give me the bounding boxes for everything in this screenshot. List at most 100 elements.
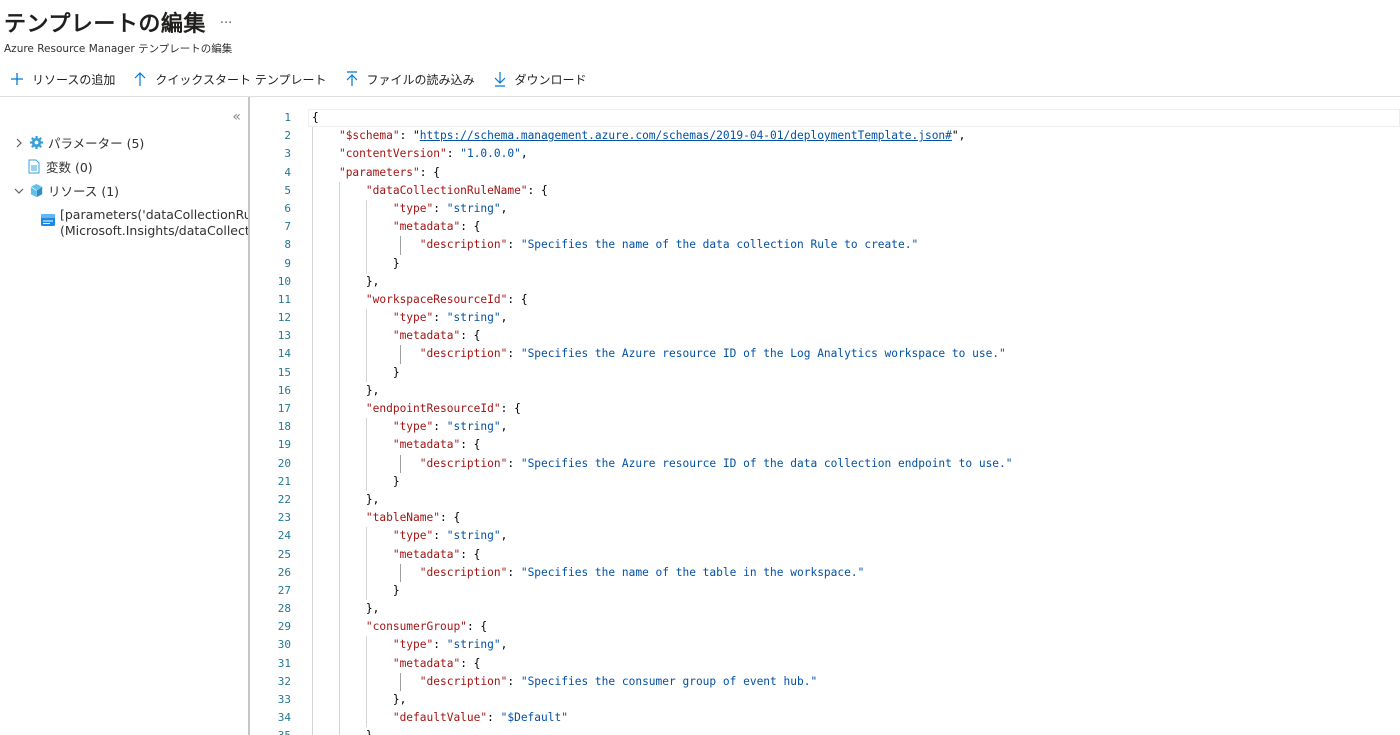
code-line: } xyxy=(312,472,1400,491)
page-subtitle: Azure Resource Manager テンプレートの編集 xyxy=(4,43,233,55)
add-resource-button[interactable]: リソースの追加 xyxy=(8,70,115,88)
code-line: "dataCollectionRuleName": { xyxy=(312,181,1400,200)
code-line: "metadata": { xyxy=(312,327,1400,346)
code-line: "consumerGroup": { xyxy=(312,618,1400,637)
download-label: ダウンロード xyxy=(514,72,587,87)
line-number: 25 xyxy=(277,547,291,561)
line-number: 17 xyxy=(277,402,291,415)
plus-icon xyxy=(8,70,26,88)
code-line: "description": "Specifies the name of th… xyxy=(312,236,1400,255)
code-line: }, xyxy=(312,691,1400,710)
code-line: "type": "string", xyxy=(312,199,1400,219)
code-content[interactable]: { "$schema": "https://schema.management.… xyxy=(312,109,1400,735)
line-number: 35 xyxy=(250,727,295,735)
page-header: テンプレートの編集 ··· Azure Resource Manager テンプ… xyxy=(4,6,604,56)
tree-item-data-collection-rule[interactable]: [parameters('dataCollectionRuleName')] (… xyxy=(40,207,252,239)
line-number: 10 xyxy=(277,274,291,288)
line-number: 1 xyxy=(284,111,291,124)
code-line: "contentVersion": "1.0.0.0", xyxy=(312,145,1400,164)
code-line: }, xyxy=(312,727,1400,735)
quickstart-template-label: クイックスタート テンプレート xyxy=(155,72,327,87)
chevron-right-icon[interactable] xyxy=(12,138,26,148)
tree-item-resources[interactable]: リソース (1) xyxy=(12,181,119,200)
line-number: 16 xyxy=(277,383,291,397)
line-number: 26 xyxy=(277,565,291,579)
line-number: 30 xyxy=(277,638,291,652)
line-number: 7 xyxy=(284,220,291,234)
data-collection-rule-icon xyxy=(40,212,56,228)
line-number: 3 xyxy=(284,147,291,161)
line-number: 29 xyxy=(277,620,291,634)
line-number: 20 xyxy=(277,456,291,470)
line-number: 33 xyxy=(277,693,291,706)
code-line: "parameters": { xyxy=(312,163,1400,182)
line-number: 15 xyxy=(277,365,291,379)
document-icon xyxy=(26,159,42,175)
more-options-button[interactable]: ··· xyxy=(220,16,232,31)
code-line: "type": "string", xyxy=(312,527,1400,546)
code-line: "type": "string", xyxy=(312,418,1400,437)
upload-icon xyxy=(343,70,361,88)
resource-type-label: (Microsoft.Insights/dataCollectionRules) xyxy=(60,223,252,238)
code-line: { xyxy=(312,111,319,124)
quickstart-template-button[interactable]: クイックスタート テンプレート xyxy=(131,70,327,88)
line-number: 27 xyxy=(277,583,291,597)
line-number: 31 xyxy=(277,656,291,670)
code-line: "description": "Specifies the Azure reso… xyxy=(312,345,1400,364)
line-number: 4 xyxy=(284,165,291,179)
code-line: "workspaceResourceId": { xyxy=(312,290,1400,310)
line-number: 19 xyxy=(277,438,291,452)
line-number: 5 xyxy=(284,183,291,197)
chevron-down-icon[interactable] xyxy=(12,187,26,195)
line-number: 21 xyxy=(277,474,291,488)
line-number: 12 xyxy=(277,311,291,325)
line-number: 34 xyxy=(277,711,291,725)
code-line: "$schema": "https://schema.management.az… xyxy=(312,127,1400,146)
collapse-sidebar-button[interactable]: « xyxy=(232,109,241,125)
line-number: 9 xyxy=(284,256,291,270)
code-line: } xyxy=(312,581,1400,601)
template-outline-sidebar: « パラメーター (5) 変数 (0) リソース (1) [parameters… xyxy=(0,97,252,735)
code-line: } xyxy=(312,254,1400,273)
code-line: "metadata": { xyxy=(312,436,1400,455)
code-line: "type": "string", xyxy=(312,636,1400,655)
line-number-gutter: 1 2 3 4 5 6 7 8 9 10 11 12 13 14 15 16 17 18 19 20 21 22 23 24 2… xyxy=(250,109,295,735)
schema-link[interactable]: https://schema.management.azure.com/sche… xyxy=(420,129,952,142)
tree-item-parameters-label: パラメーター (5) xyxy=(48,136,145,151)
line-number: 11 xyxy=(277,292,291,306)
line-number: 24 xyxy=(277,529,291,543)
add-resource-label: リソースの追加 xyxy=(32,72,116,87)
line-number: 18 xyxy=(277,420,291,434)
resource-name-label: [parameters('dataCollectionRuleName')] xyxy=(60,207,252,222)
code-line: } xyxy=(312,363,1400,382)
tree-item-variables[interactable]: 変数 (0) xyxy=(26,157,93,176)
code-line: "endpointResourceId": { xyxy=(312,400,1400,419)
code-line: "type": "string", xyxy=(312,309,1400,328)
code-line: "metadata": { xyxy=(312,218,1400,237)
line-number: 6 xyxy=(284,201,291,215)
tree-item-variables-label: 変数 (0) xyxy=(46,160,93,175)
code-line: "description": "Specifies the name of th… xyxy=(312,563,1400,582)
page-title: テンプレートの編集 xyxy=(4,12,206,37)
code-line: "metadata": { xyxy=(312,654,1400,673)
code-line: "description": "Specifies the consumer g… xyxy=(312,672,1400,691)
line-number: 23 xyxy=(277,511,291,525)
tree-item-resources-label: リソース (1) xyxy=(48,184,120,199)
line-number: 8 xyxy=(284,238,291,252)
line-number: 32 xyxy=(277,674,291,688)
code-editor[interactable]: 1 2 3 4 5 6 7 8 9 10 11 12 13 14 15 16 17 18 19 20 21 22 23 24 2… xyxy=(250,97,1400,735)
gear-icon xyxy=(28,135,44,151)
code-line: "description": "Specifies the Azure reso… xyxy=(312,454,1400,473)
line-number: 28 xyxy=(277,602,291,616)
code-line: }, xyxy=(312,600,1400,619)
toolbar: リソースの追加 クイックスタート テンプレート ファイルの読み込み ダウンロード xyxy=(8,66,603,92)
code-line: "defaultValue": "$Default" xyxy=(312,709,1400,728)
download-button[interactable]: ダウンロード xyxy=(491,70,587,88)
tree-item-parameters[interactable]: パラメーター (5) xyxy=(12,133,144,152)
line-number: 22 xyxy=(277,492,291,506)
line-number: 14 xyxy=(277,347,291,361)
download-icon xyxy=(491,70,509,88)
load-file-button[interactable]: ファイルの読み込み xyxy=(343,70,475,88)
code-line: "metadata": { xyxy=(312,545,1400,564)
code-line: }, xyxy=(312,490,1400,510)
